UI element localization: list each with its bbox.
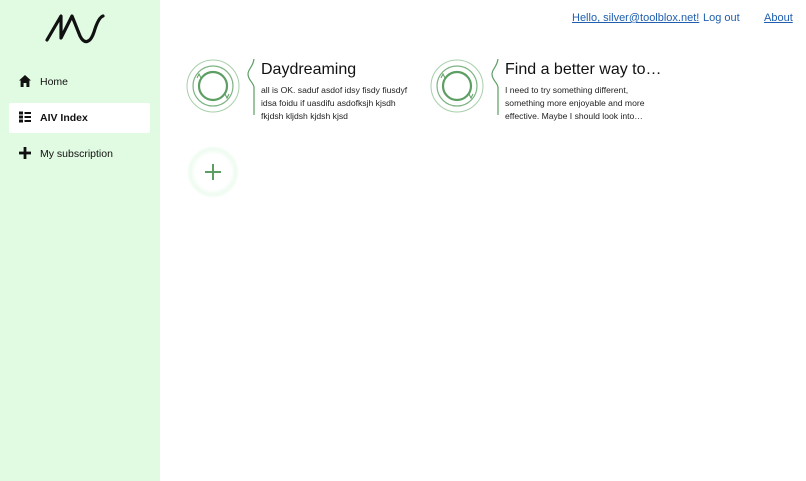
nav-label-my-subscription: My subscription xyxy=(40,148,113,160)
add-plus-icon xyxy=(205,164,221,180)
plus-icon xyxy=(19,147,31,159)
home-icon xyxy=(19,75,31,87)
about-link[interactable]: About xyxy=(764,12,793,24)
cycle-emblem-icon xyxy=(430,59,499,115)
user-profile-link[interactable]: Hello, silver@toolblox.net! xyxy=(572,12,699,24)
nav-item-aiv-index[interactable]: AIV Index xyxy=(9,103,150,133)
card-title: Find a better way to … xyxy=(505,61,663,78)
cycle-emblem-icon xyxy=(186,59,255,115)
nav-label-aiv-index: AIV Index xyxy=(40,112,88,124)
card-title: Daydreaming xyxy=(261,61,357,78)
aiv-card[interactable]: Daydreaming all is OK. saduf asdof idsy … xyxy=(186,59,416,127)
aiv-logo[interactable] xyxy=(44,12,106,44)
card-description: all is OK. saduf asdof idsy fisdy fiusdy… xyxy=(261,85,408,121)
sidebar: Home AIV Index My subscription xyxy=(0,0,160,481)
card-description: I need to try something different, somet… xyxy=(505,85,645,121)
aiv-card[interactable]: Find a better way to … I need to try som… xyxy=(430,59,663,127)
nav-item-my-subscription[interactable]: My subscription xyxy=(9,139,150,169)
add-aiv-button[interactable] xyxy=(187,146,239,198)
list-icon xyxy=(19,111,31,123)
nav-item-home[interactable]: Home xyxy=(9,67,150,97)
nav-label-home: Home xyxy=(40,76,69,88)
logout-link[interactable]: Log out xyxy=(703,12,740,24)
